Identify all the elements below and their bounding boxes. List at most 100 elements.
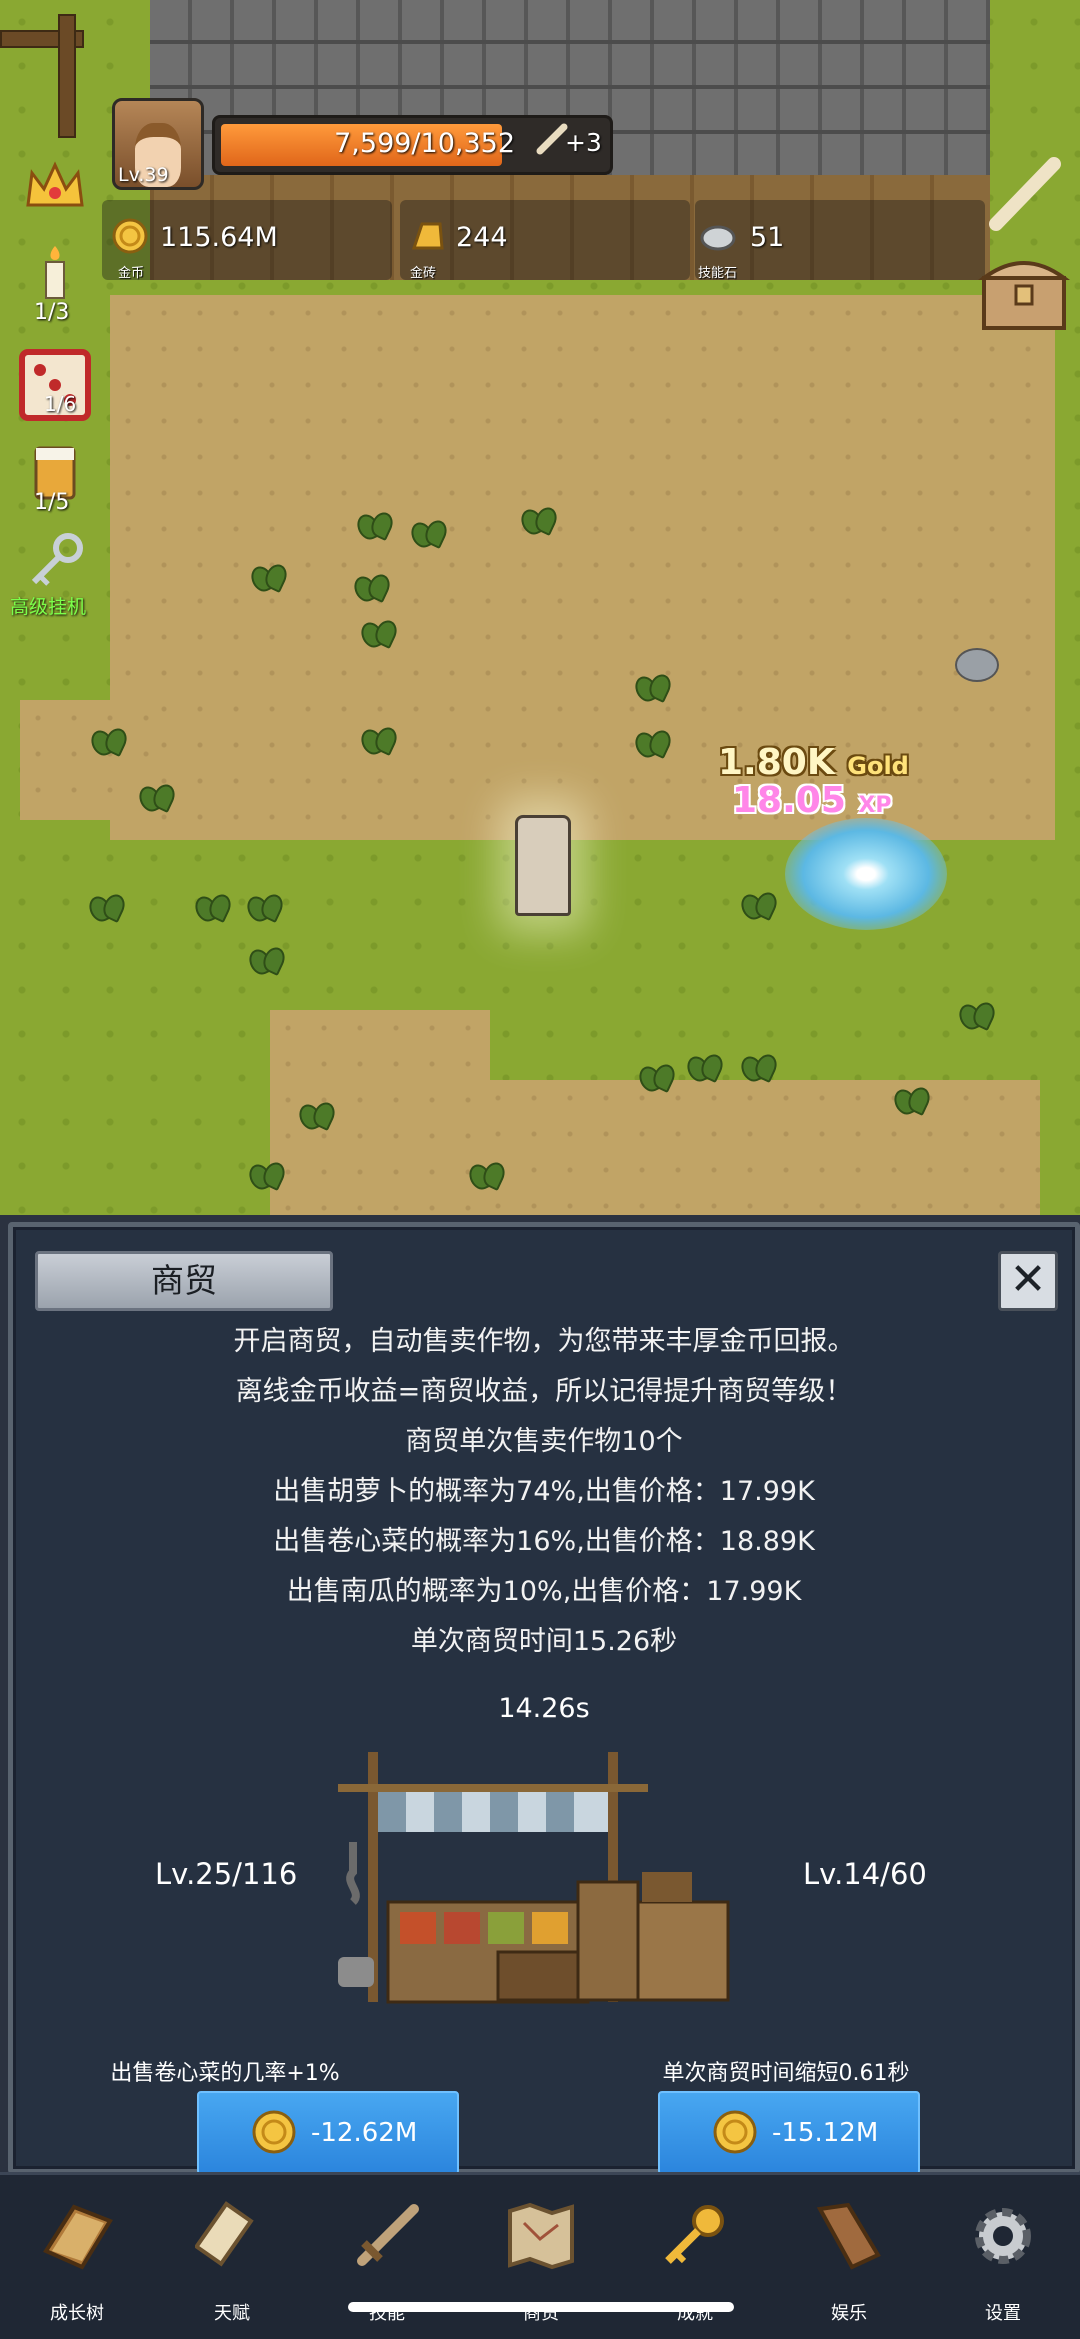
brick-label: 金砖 (410, 266, 437, 281)
left-upgrade-desc: 出售卷心菜的几率+1% (110, 2061, 340, 2086)
nav-talent[interactable]: 天赋 (177, 2199, 287, 2329)
desc-line-2: 离线金币收益=商贸收益，所以记得提升商贸等级！ (235, 1376, 853, 1407)
map-icon (508, 2202, 574, 2270)
scroll-icon (195, 2201, 254, 2267)
desc-line-5: 出售卷心菜的概率为16%,出售价格：18.89K (273, 1526, 815, 1557)
left-upgrade-cost: -12.62M (311, 2118, 418, 2148)
crop-sprout (636, 672, 670, 702)
key-icon (665, 2205, 724, 2264)
xp-gain-value: 18.05 (732, 780, 846, 821)
brick-amount: 244 (456, 222, 508, 253)
dirt-path (480, 1080, 1040, 1215)
gold-gain-popup: 1.80K Gold (718, 742, 909, 783)
roof-line (150, 40, 990, 44)
stone-label: 技能石 (698, 266, 738, 281)
left-upgrade-level: Lv.25/116 (155, 1857, 298, 1891)
nav-label: 娱乐 (831, 2303, 867, 2324)
crop-sprout (742, 890, 776, 920)
crop-sprout (640, 1062, 674, 1092)
dice-count: 1/6 (44, 392, 77, 416)
right-upgrade-cost: -15.12M (772, 2118, 879, 2148)
xp-gain-popup: 18.05 XP (732, 780, 892, 821)
xp-text: 7,599/10,352 (334, 128, 515, 159)
crop-sprout (92, 726, 126, 756)
trade-timer: 14.26s (498, 1693, 590, 1724)
gold-gain-value: 1.80K (718, 742, 835, 783)
gold-label: 金币 (118, 266, 145, 281)
nav-growth-tree[interactable]: 成长树 (22, 2199, 132, 2329)
treasure-chest-icon[interactable] (978, 248, 1070, 334)
gold-gain-unit: Gold (847, 752, 909, 780)
candle-icon[interactable] (22, 240, 88, 306)
xp-gain-unit: XP (858, 793, 892, 818)
crop-sprout (252, 562, 286, 592)
candle-count: 1/3 (34, 300, 70, 325)
stone-resource-bar (695, 200, 985, 280)
gear-icon (975, 2208, 1031, 2264)
gold-brick-icon (411, 222, 444, 250)
crop-sprout (522, 505, 556, 535)
fence-post (58, 14, 76, 138)
gold-coin-icon (713, 2110, 757, 2154)
crown-icon[interactable] (22, 155, 88, 221)
crop-sprout (362, 725, 396, 755)
sword-icon (357, 2204, 419, 2266)
crop-sprout (358, 510, 392, 540)
desc-line-6: 出售南瓜的概率为10%,出售价格：17.99K (286, 1576, 802, 1607)
roof-line (150, 85, 990, 89)
right-upgrade-desc: 单次商贸时间缩短0.61秒 (662, 2061, 910, 2086)
gold-coin-icon (252, 2110, 296, 2154)
beer-count: 1/5 (34, 490, 70, 515)
close-icon: ✕ (1009, 1254, 1047, 1305)
bone-icon (536, 123, 568, 155)
crop-sprout (362, 618, 396, 648)
nav-label: 设置 (985, 2303, 1021, 2324)
skill-stone-icon (700, 225, 736, 251)
gold-amount: 115.64M (160, 222, 278, 253)
right-upgrade-button[interactable]: -15.12M (658, 2091, 920, 2175)
crop-sprout (470, 1160, 504, 1190)
desc-line-4: 出售胡萝卜的概率为74%,出售价格：17.99K (273, 1476, 815, 1507)
nav-label: 天赋 (214, 2303, 250, 2324)
desc-line-7: 单次商贸时间15.26秒 (410, 1626, 678, 1657)
trade-panel: 商贸 ✕ 开启商贸，自动售卖作物，为您带来丰厚金币回报。 离线金币收益=商贸收益… (8, 1222, 1080, 2175)
nav-entertainment[interactable]: 娱乐 (794, 2199, 904, 2329)
panel-title: 商贸 (35, 1251, 333, 1311)
crop-sprout (248, 892, 282, 922)
desc-line-3: 商贸单次售卖作物10个 (405, 1426, 683, 1457)
key-icon[interactable] (22, 530, 88, 596)
horn-icon (816, 2202, 881, 2270)
gold-coin-icon (112, 218, 148, 254)
game-field[interactable]: 1.80K Gold 18.05 XP Lv.39 7,599/10,352 +… (0, 0, 1080, 1215)
book-icon (43, 2204, 113, 2270)
crop-sprout (140, 782, 174, 812)
home-indicator[interactable] (348, 2302, 734, 2312)
dirt-patch (20, 700, 160, 820)
nav-label: 成长树 (50, 2303, 104, 2324)
crop-sprout (412, 518, 446, 548)
player-level: Lv.39 (118, 164, 169, 186)
idle-label[interactable]: 高级挂机 (10, 592, 86, 619)
stone-amount: 51 (750, 222, 785, 253)
crop-sprout (250, 1160, 284, 1190)
gravestone-character[interactable] (515, 815, 571, 916)
teleport-portal[interactable] (785, 818, 947, 930)
crop-sprout (355, 572, 389, 602)
close-button[interactable]: ✕ (998, 1251, 1058, 1311)
market-stall-illustration (338, 1752, 730, 2004)
crop-sprout (300, 1100, 334, 1130)
bone-club-icon[interactable] (982, 150, 1068, 236)
bottom-nav: 成长树 天赋 技能 商贸 成就 娱乐 设置 (0, 2172, 1080, 2339)
nav-settings[interactable]: 设置 (948, 2199, 1058, 2329)
rock[interactable] (955, 648, 999, 682)
crop-carrot (895, 1085, 929, 1115)
crop-sprout (90, 892, 124, 922)
crop-sprout (196, 892, 230, 922)
crop-sprout (688, 1052, 722, 1082)
desc-line-1: 开启商贸，自动售卖作物，为您带来丰厚金币回报。 (233, 1326, 855, 1357)
crop-sprout (636, 728, 670, 758)
left-upgrade-button[interactable]: -12.62M (197, 2091, 459, 2175)
crop-sprout (742, 1052, 776, 1082)
right-upgrade-level: Lv.14/60 (803, 1857, 927, 1891)
crop-sprout (250, 945, 284, 975)
